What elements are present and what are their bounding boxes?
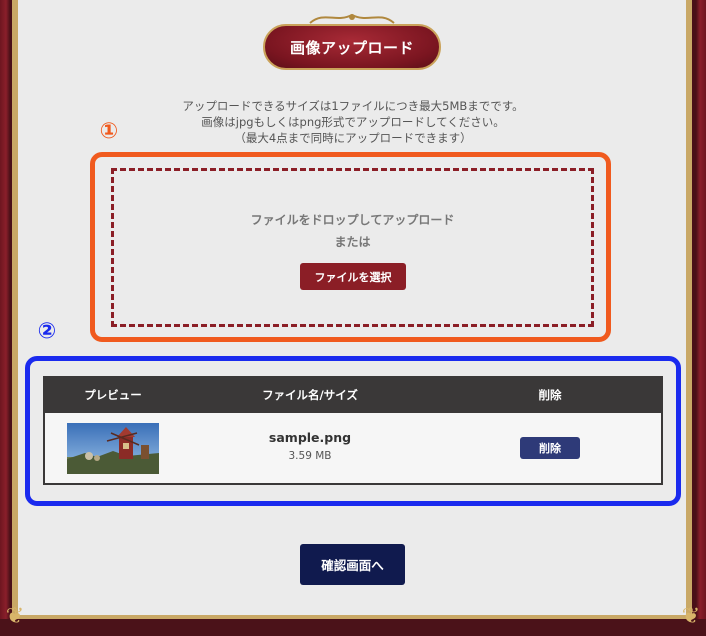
annotation-marker-2: ② <box>37 319 57 344</box>
uploaded-files-table: プレビュー ファイル名/サイズ 削除 sample.png 3.59 MB 削除 <box>43 376 663 485</box>
drop-instructions: ファイルをドロップしてアップロード または <box>111 209 594 253</box>
image-preview-thumbnail <box>67 423 159 474</box>
upload-info: アップロードできるサイズは1ファイルにつき最大5MBまでです。 画像はjpgもし… <box>140 98 566 146</box>
delete-file-button[interactable]: 削除 <box>520 437 580 459</box>
column-header-name: ファイル名/サイズ <box>262 388 358 402</box>
page-title: 画像アップロード <box>263 24 441 70</box>
table-header: プレビュー ファイル名/サイズ 削除 <box>45 378 661 413</box>
drop-or-text: または <box>334 235 371 249</box>
info-line: アップロードできるサイズは1ファイルにつき最大5MBまでです。 <box>182 99 524 113</box>
info-line: 画像はjpgもしくはpng形式でアップロードしてください。 <box>201 115 505 129</box>
info-line: （最大4点まで同時にアップロードできます） <box>234 131 472 145</box>
file-size: 3.59 MB <box>288 450 332 462</box>
drop-instruction-text: ファイルをドロップしてアップロード <box>250 213 455 227</box>
file-name: sample.png <box>268 430 352 445</box>
confirm-button[interactable]: 確認画面へ <box>300 544 405 585</box>
select-file-button[interactable]: ファイルを選択 <box>300 263 406 290</box>
corner-ornament-icon: ❦ <box>681 604 701 629</box>
corner-ornament-icon: ❦ <box>5 604 25 629</box>
annotation-marker-1: ① <box>99 119 119 144</box>
bottom-band <box>0 619 706 636</box>
column-header-delete: 削除 <box>538 388 562 402</box>
column-header-preview: プレビュー <box>84 388 142 402</box>
